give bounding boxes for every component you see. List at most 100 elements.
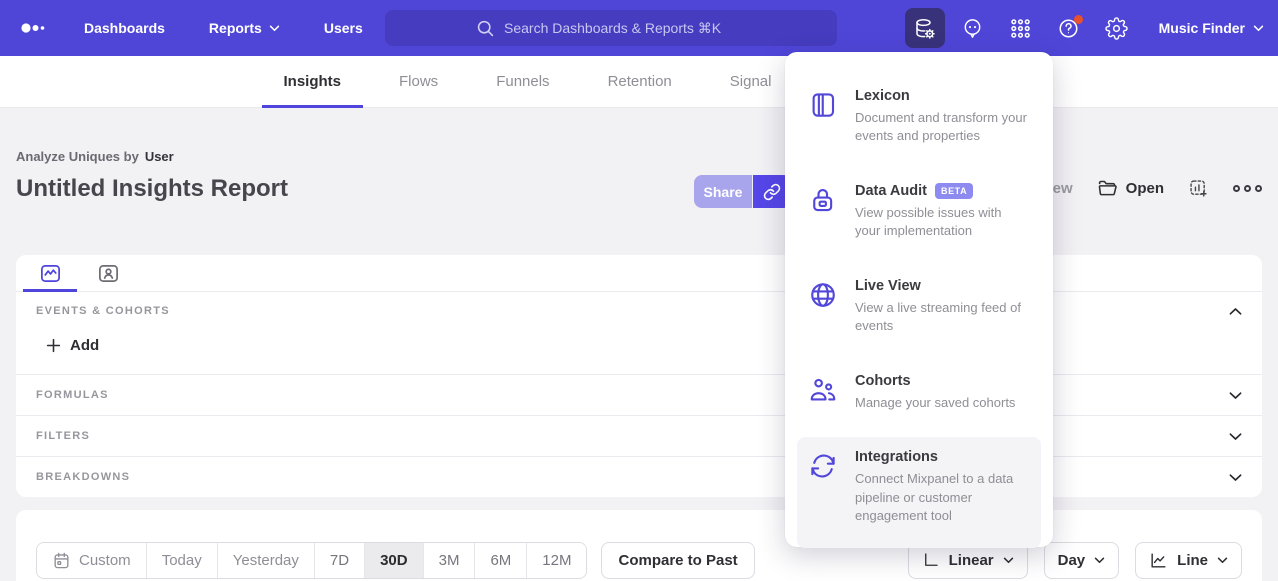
lexicon-description: Document and transform your events and p… (855, 109, 1027, 146)
report-actions: New Open (1023, 178, 1262, 199)
tab-flows[interactable]: Flows (399, 56, 438, 108)
nav-dashboards[interactable]: Dashboards (84, 20, 165, 36)
nav-reports-label: Reports (209, 20, 262, 36)
apps-grid-button[interactable] (1001, 8, 1041, 48)
cohorts-description: Manage your saved cohorts (855, 394, 1015, 412)
date-range-control: Custom Today Yesterday 7D 30D 3M 6M 12M (36, 542, 587, 579)
context-prefix: Analyze Uniques by (16, 149, 139, 164)
range-3m[interactable]: 3M (423, 543, 475, 578)
menu-item-cohorts[interactable]: Cohorts Manage your saved cohorts (797, 361, 1041, 424)
nav-reports[interactable]: Reports (209, 20, 280, 36)
lexicon-title: Lexicon (855, 88, 910, 104)
top-navigation: Dashboards Reports Users (0, 0, 1278, 56)
chevron-down-icon[interactable] (1229, 473, 1242, 482)
settings-gear-icon (1105, 17, 1128, 40)
menu-item-live-view[interactable]: Live View View a live streaming feed of … (797, 266, 1041, 348)
profiles-tab[interactable] (88, 255, 128, 291)
add-event-button[interactable]: Add (46, 337, 99, 354)
range-yesterday[interactable]: Yesterday (217, 543, 314, 578)
add-event-label: Add (70, 337, 99, 354)
range-30d[interactable]: 30D (364, 543, 423, 578)
nav-right-cluster: Music Finder (905, 0, 1264, 56)
section-formulas[interactable]: FORMULAS (16, 374, 1262, 415)
data-management-button[interactable] (905, 8, 945, 48)
add-to-dashboard-button[interactable] (1188, 178, 1209, 199)
share-button-group: Share (694, 175, 791, 208)
data-management-menu: Lexicon Document and transform your even… (785, 52, 1053, 547)
context-value-selector[interactable]: User (145, 149, 174, 164)
integrations-sync-icon (808, 449, 838, 525)
share-button[interactable]: Share (694, 175, 752, 208)
compare-to-past-button[interactable]: Compare to Past (601, 542, 754, 579)
cohorts-title: Cohorts (855, 373, 911, 389)
mixpanel-logo[interactable] (20, 20, 50, 36)
chevron-down-icon (1253, 25, 1264, 32)
section-filters[interactable]: FILTERS (16, 415, 1262, 456)
open-report-label: Open (1126, 180, 1164, 197)
data-audit-title: Data Audit (855, 183, 927, 199)
folder-open-icon (1097, 178, 1118, 199)
notification-dot (1074, 15, 1083, 24)
feedback-icon (961, 17, 984, 40)
data-audit-description: View possible issues with your implement… (855, 204, 1027, 241)
project-switcher[interactable]: Music Finder (1159, 20, 1264, 36)
query-panel-tabs (16, 255, 1262, 292)
interval-label: Day (1058, 552, 1086, 569)
feedback-button[interactable] (953, 8, 993, 48)
beta-badge: BETA (935, 183, 973, 199)
live-view-title: Live View (855, 278, 921, 294)
search-input[interactable] (504, 20, 746, 36)
global-search[interactable] (385, 10, 837, 46)
app-root: Dashboards Reports Users (0, 0, 1278, 581)
page-title: Untitled Insights Report (16, 175, 288, 203)
tab-insights[interactable]: Insights (284, 56, 342, 108)
menu-item-lexicon[interactable]: Lexicon Document and transform your even… (797, 76, 1041, 158)
range-custom[interactable]: Custom (37, 543, 146, 578)
events-cohorts-label: EVENTS & COHORTS (36, 305, 170, 317)
chevron-down-icon[interactable] (1229, 391, 1242, 400)
section-breakdowns[interactable]: BREAKDOWNS (16, 456, 1262, 497)
query-builder-card: EVENTS & COHORTS Add FORMULAS FILTERS BR… (16, 255, 1262, 497)
more-options-button[interactable] (1233, 185, 1262, 192)
lexicon-book-icon (808, 88, 838, 146)
menu-item-data-audit[interactable]: Data Audit BETA View possible issues wit… (797, 171, 1041, 253)
interval-dropdown[interactable]: Day (1044, 542, 1120, 579)
chevron-up-icon[interactable] (1229, 307, 1242, 316)
range-6m[interactable]: 6M (474, 543, 526, 578)
integrations-description: Connect Mixpanel to a data pipeline or c… (855, 470, 1027, 525)
menu-item-integrations[interactable]: Integrations Connect Mixpanel to a data … (797, 437, 1041, 547)
chart-toolbar-card: Custom Today Yesterday 7D 30D 3M 6M 12M … (16, 510, 1262, 581)
search-icon (476, 19, 495, 38)
chevron-down-icon[interactable] (1229, 432, 1242, 441)
range-12m[interactable]: 12M (526, 543, 586, 578)
analysis-context: Analyze Uniques by User (16, 149, 174, 164)
line-chart-icon (1149, 551, 1168, 570)
insights-chart-tab-icon (39, 262, 62, 285)
metrics-tab[interactable] (30, 255, 70, 291)
plus-icon (46, 338, 61, 353)
settings-button[interactable] (1097, 8, 1137, 48)
range-today[interactable]: Today (146, 543, 217, 578)
nav-users[interactable]: Users (324, 20, 363, 36)
filters-label: FILTERS (36, 430, 90, 442)
live-view-globe-icon (808, 278, 838, 336)
cohorts-users-icon (808, 373, 838, 412)
open-report-button[interactable]: Open (1097, 178, 1164, 199)
scale-label: Linear (949, 552, 994, 569)
more-options-icon (1233, 185, 1240, 192)
range-custom-label: Custom (79, 552, 131, 569)
chart-type-dropdown[interactable]: Line (1135, 542, 1242, 579)
nav-dashboards-label: Dashboards (84, 20, 165, 36)
report-tabbar: Insights Flows Funnels Retention Signal … (0, 56, 1278, 108)
chevron-down-icon (1094, 557, 1105, 564)
range-7d[interactable]: 7D (314, 543, 364, 578)
section-events-cohorts[interactable]: EVENTS & COHORTS (16, 292, 1262, 324)
tab-funnels[interactable]: Funnels (496, 56, 549, 108)
data-management-icon (913, 17, 936, 40)
tab-signal[interactable]: Signal (730, 56, 772, 108)
tab-retention[interactable]: Retention (608, 56, 672, 108)
project-name: Music Finder (1159, 20, 1245, 36)
help-button[interactable] (1049, 8, 1089, 48)
events-add-row: Add (16, 324, 1262, 374)
linear-scale-icon (922, 551, 940, 569)
